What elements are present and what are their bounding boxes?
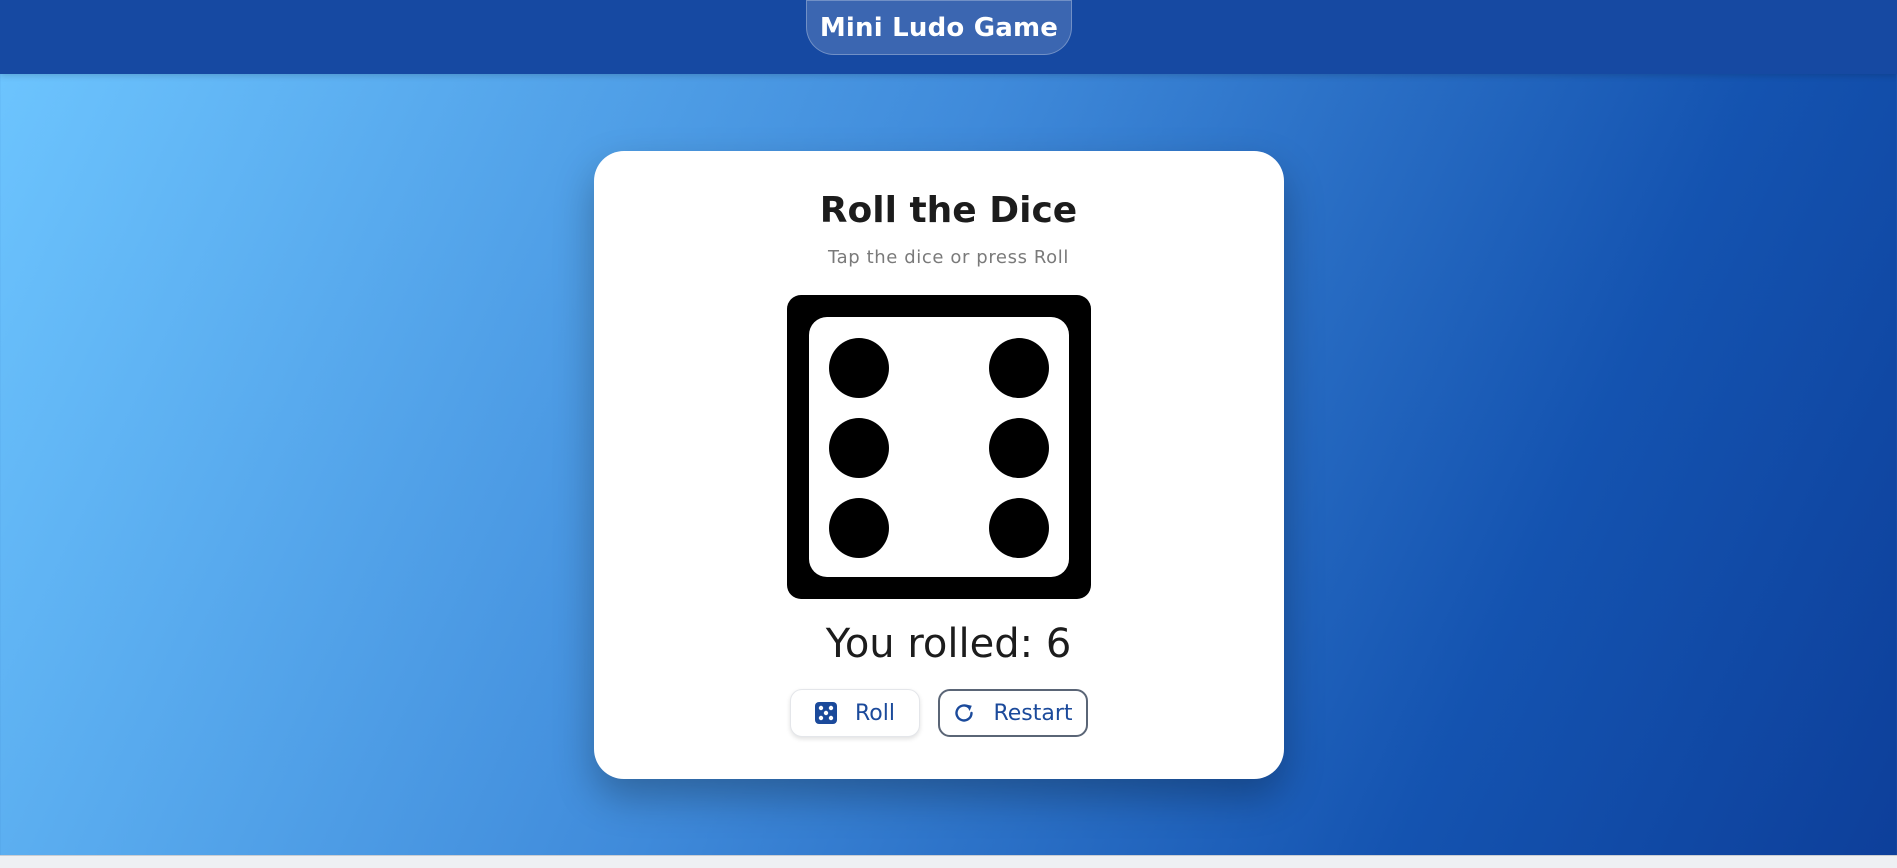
top-app-bar: Mini Ludo Game: [0, 0, 1897, 74]
restart-button[interactable]: Restart: [938, 689, 1088, 737]
dice-pip: [989, 498, 1049, 558]
bottom-edge: [0, 855, 1897, 868]
dice-pip: [829, 418, 889, 478]
card-subtitle: Tap the dice or press Roll: [827, 247, 1069, 268]
dice-pip: [829, 338, 889, 398]
roll-button[interactable]: Roll: [790, 689, 920, 737]
dice-six-icon[interactable]: [787, 295, 1091, 599]
dice-pip: [989, 338, 1049, 398]
restart-button-label: Restart: [993, 700, 1073, 726]
card-title: Roll the Dice: [819, 190, 1078, 231]
refresh-icon: [953, 702, 975, 724]
app-title: Mini Ludo Game: [806, 0, 1072, 55]
dice-pip: [829, 498, 889, 558]
roll-button-label: Roll: [855, 700, 895, 726]
dice-pip: [989, 418, 1049, 478]
dice-icon: [815, 702, 837, 724]
roll-result: You rolled: 6: [825, 621, 1072, 667]
